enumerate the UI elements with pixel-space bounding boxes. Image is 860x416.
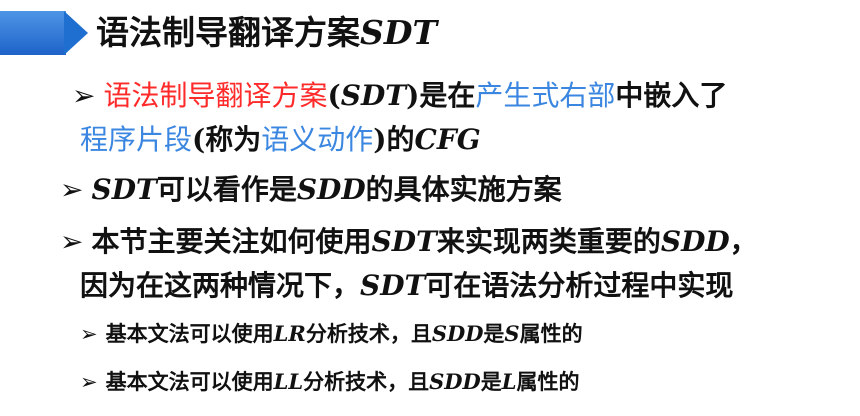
slide-title: 语法制导翻译方案SDT <box>96 6 437 60</box>
text: 是 <box>480 369 502 394</box>
abbr-sdd: SDD <box>660 225 730 258</box>
text: 可在语法分析过程中实现 <box>425 269 734 302</box>
attr-s: S <box>504 321 520 346</box>
text: ( <box>327 79 341 112</box>
title-banner-shape <box>0 11 66 55</box>
abbr-sdd: SDD <box>431 321 484 346</box>
abbr-sdt: SDT <box>340 79 407 112</box>
bullet-3-line-1: ➢ 本节主要关注如何使用SDT来实现两类重要的SDD， <box>60 220 758 260</box>
attr-l: L <box>501 369 517 394</box>
text: 基本文法可以使用 <box>105 321 274 346</box>
abbr-sdd: SDD <box>296 173 366 206</box>
bullet-arrow-icon: ➢ <box>60 173 84 206</box>
text: 可以看作是 <box>156 173 297 206</box>
bullet-arrow-icon: ➢ <box>80 322 98 346</box>
abbr-sdt: SDT <box>91 173 157 206</box>
term-production-rhs: 产生式右部 <box>475 79 616 112</box>
abbr-sdt: SDT <box>360 269 426 302</box>
text: 属性的 <box>519 321 583 346</box>
title-text-main: 语法制导翻译方案 <box>96 13 360 52</box>
text: 是 <box>483 321 505 346</box>
bullet-1-line-2: 程序片段(称为语义动作)的CFG <box>80 118 481 158</box>
text: (称为 <box>192 123 262 156</box>
bullet-arrow-icon: ➢ <box>60 225 84 258</box>
text: 基本文法可以使用 <box>105 369 274 394</box>
sub-bullet-2: ➢ 基本文法可以使用LL分析技术，且SDD是L属性的 <box>80 366 580 396</box>
text: 属性的 <box>516 369 580 394</box>
text: 因为在这两种情况下， <box>80 269 361 302</box>
bullet-1-line-1: ➢ 语法制导翻译方案(SDT)是在产生式右部中嵌入了 <box>72 74 727 114</box>
term-sdt-scheme: 语法制导翻译方案 <box>103 79 328 112</box>
sub-bullet-1: ➢ 基本文法可以使用LR分析技术，且SDD是S属性的 <box>80 318 583 348</box>
abbr-cfg: CFG <box>414 123 481 156</box>
bullet-2: ➢ SDT可以看作是SDD的具体实施方案 <box>60 168 562 208</box>
text: 分析技术，且 <box>303 369 430 394</box>
term-semantic-action: 语义动作 <box>261 123 374 156</box>
text: )是在 <box>406 79 476 112</box>
abbr-ll: LL <box>273 369 304 394</box>
text: 分析技术，且 <box>305 321 432 346</box>
bullet-3-line-2: 因为在这两种情况下，SDT可在语法分析过程中实现 <box>80 264 733 304</box>
abbr-lr: LR <box>273 321 306 346</box>
text: 来实现两类重要的 <box>436 225 661 258</box>
text: ， <box>729 225 758 258</box>
abbr-sdt: SDT <box>371 225 437 258</box>
title-text-sdt: SDT <box>360 13 438 52</box>
text: 中嵌入了 <box>615 79 728 112</box>
bullet-arrow-icon: ➢ <box>80 370 98 394</box>
term-program-fragment: 程序片段 <box>80 123 193 156</box>
text: )的 <box>373 123 415 156</box>
bullet-arrow-icon: ➢ <box>72 79 96 112</box>
title-arrow-icon <box>64 11 88 55</box>
text: 本节主要关注如何使用 <box>91 225 372 258</box>
abbr-sdd: SDD <box>429 369 481 394</box>
text: 的具体实施方案 <box>365 173 562 206</box>
